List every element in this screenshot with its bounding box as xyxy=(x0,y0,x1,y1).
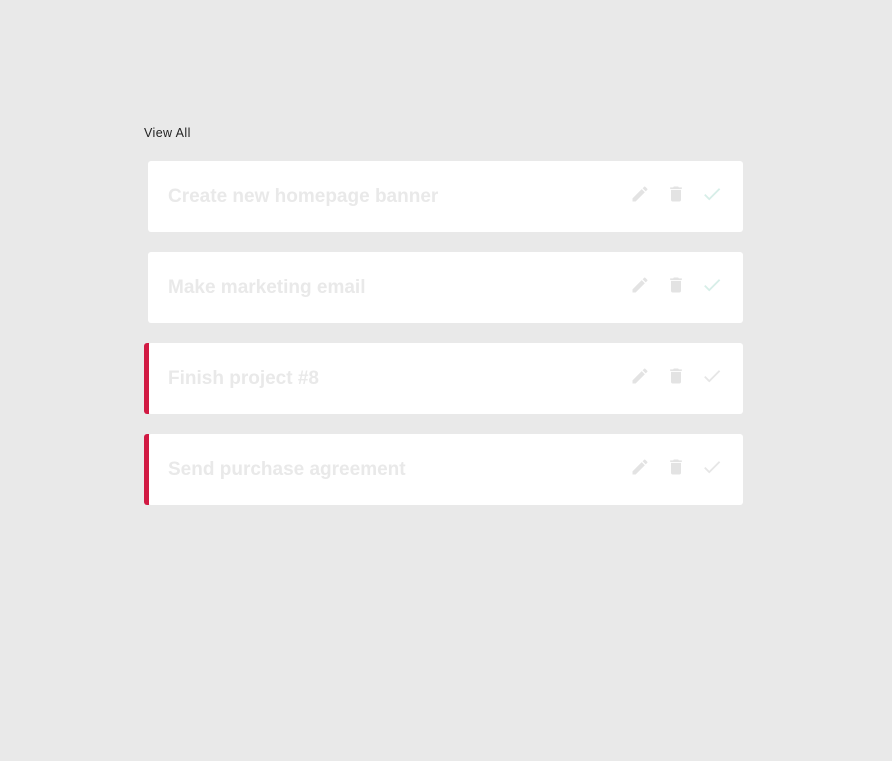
todo-panel: View All Create new homepage banner Make… xyxy=(144,124,743,525)
todo-actions xyxy=(629,456,723,478)
check-icon[interactable] xyxy=(701,456,723,478)
check-icon[interactable] xyxy=(701,365,723,387)
todo-title: Send purchase agreement xyxy=(168,458,406,480)
pencil-icon[interactable] xyxy=(629,274,651,296)
todo-item: Create new homepage banner xyxy=(148,161,743,232)
todo-actions xyxy=(629,365,723,387)
view-all-link[interactable]: View All xyxy=(144,125,191,141)
trash-icon[interactable] xyxy=(665,274,687,296)
todo-item: Send purchase agreement xyxy=(144,434,743,505)
pencil-icon[interactable] xyxy=(629,365,651,387)
trash-icon[interactable] xyxy=(665,456,687,478)
todo-title: Finish project #8 xyxy=(168,367,319,389)
todo-title: Create new homepage banner xyxy=(168,185,439,207)
todo-actions xyxy=(629,183,723,205)
trash-icon[interactable] xyxy=(665,183,687,205)
todo-list: Create new homepage banner Make marketin… xyxy=(144,161,743,505)
trash-icon[interactable] xyxy=(665,365,687,387)
pencil-icon[interactable] xyxy=(629,456,651,478)
pencil-icon[interactable] xyxy=(629,183,651,205)
check-icon[interactable] xyxy=(701,183,723,205)
todo-actions xyxy=(629,274,723,296)
check-icon[interactable] xyxy=(701,274,723,296)
todo-item: Make marketing email xyxy=(148,252,743,323)
todo-title: Make marketing email xyxy=(168,276,366,298)
todo-item: Finish project #8 xyxy=(144,343,743,414)
